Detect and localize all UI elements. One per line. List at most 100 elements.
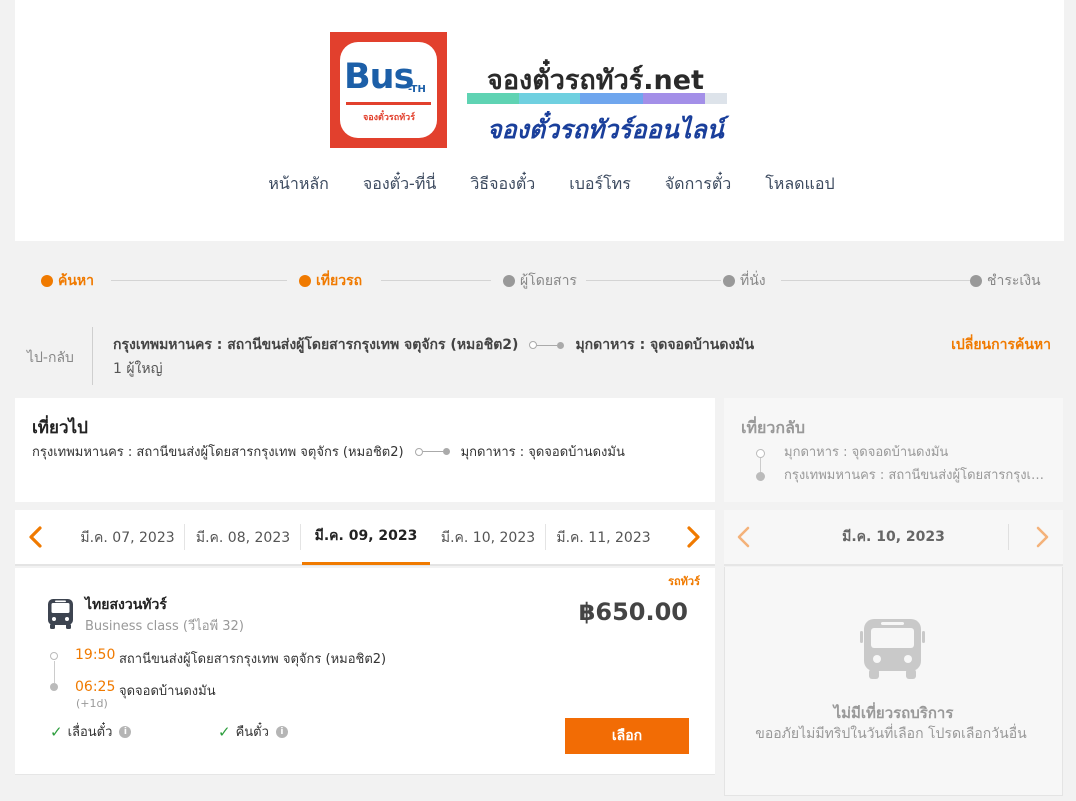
refund-label: คืนตั๋ว: [235, 725, 269, 740]
departure-time: 19:50: [75, 647, 116, 663]
chevron-right-icon: [687, 526, 700, 548]
stripe-segment: [643, 93, 705, 104]
step-seat: ที่นั่ง: [723, 270, 770, 292]
outbound-date-bar: มี.ค. 07, 2023 มี.ค. 08, 2023 มี.ค. 09, …: [15, 510, 715, 566]
no-trips-message: ขออภัยไม่มีทริปในวันที่เลือก โปรดเลือกวั…: [755, 726, 1027, 742]
step-label: ชำระเงิน: [987, 273, 1041, 289]
logo-text: Bus: [344, 57, 414, 97]
step-connector: [586, 280, 721, 281]
date-tab[interactable]: มี.ค. 07, 2023: [70, 510, 185, 566]
info-icon[interactable]: i: [119, 725, 132, 738]
step-label: ผู้โดยสาร: [520, 273, 577, 289]
logo-subtitle: จองตั๋วรถทัวร์: [362, 113, 416, 123]
route-connector-icon: [529, 341, 565, 349]
step-dot: [503, 275, 515, 287]
stripe-segment: [705, 93, 727, 104]
operator-name: ไทยสงวนทัวร์: [85, 597, 167, 613]
outbound-route: กรุงเทพมหานคร : สถานีขนส่งผู้โดยสารกรุงเ…: [32, 441, 625, 462]
step-trip: เที่ยวรถ: [299, 270, 367, 292]
change-search-link[interactable]: เปลี่ยนการค้นหา: [951, 334, 1051, 356]
menu-manage-ticket[interactable]: จัดการตั๋ว: [665, 172, 731, 197]
arrival-dot: [50, 683, 58, 691]
menu-phone[interactable]: เบอร์โทร: [569, 172, 631, 197]
departure-stop: สถานีขนส่งผู้โดยสารกรุงเทพ จตุจักร (หมอช…: [119, 652, 387, 667]
step-payment: ชำระเงิน: [970, 270, 1045, 292]
chevron-left-icon: [29, 526, 42, 548]
divider: [92, 327, 93, 385]
departure-dot: [50, 652, 58, 660]
step-passenger: ผู้โดยสาร: [503, 270, 581, 292]
step-label: ที่นั่ง: [740, 273, 766, 289]
no-trips-title: ไม่มีเที่ยวรถบริการ: [833, 704, 954, 722]
trip-type: ไป-กลับ: [27, 350, 74, 366]
select-trip-button[interactable]: เลือก: [565, 718, 689, 754]
color-stripe: [467, 93, 727, 104]
step-connector: [381, 280, 491, 281]
step-label: เที่ยวรถ: [316, 273, 363, 289]
stripe-segment: [467, 93, 519, 104]
date-tab[interactable]: มี.ค. 11, 2023: [546, 510, 661, 566]
next-day-indicator: (+1d): [76, 697, 108, 710]
logo-underline: [346, 102, 431, 105]
step-label: ค้นหา: [58, 273, 95, 289]
divider: [1008, 524, 1009, 550]
no-return-trips-panel: ไม่มีเที่ยวรถบริการ ขออภัยไม่มีทริปในวัน…: [724, 567, 1063, 796]
return-header[interactable]: เที่ยวกลับ มุกดาหาร : จุดจอดบ้านดงมัน กร…: [724, 398, 1063, 502]
date-tab[interactable]: มี.ค. 08, 2023: [185, 510, 301, 566]
return-destination: กรุงเทพมหานคร : สถานีขนส่งผู้โดยสารกรุงเ…: [756, 464, 1046, 487]
date-tab[interactable]: มี.ค. 10, 2023: [430, 510, 546, 566]
route-connector-icon: [414, 447, 450, 456]
step-dot: [970, 275, 982, 287]
info-icon[interactable]: i: [275, 725, 288, 738]
step-connector: [781, 280, 971, 281]
bus-icon: [860, 619, 925, 679]
return-route: มุกดาหาร : จุดจอดบ้านดงมัน กรุงเทพมหานคร…: [756, 441, 1046, 487]
bus-icon: [48, 599, 73, 629]
booking-progress: ค้นหา เที่ยวรถ ผู้โดยสาร ที่นั่ง ชำระเงิ…: [41, 270, 1045, 292]
site-tagline: จองตั๋วรถทัวร์ออนไลน์: [487, 115, 724, 144]
bus-type-badge: รถทัวร์: [668, 575, 700, 588]
return-origin: มุกดาหาร : จุดจอดบ้านดงมัน: [756, 441, 1046, 464]
return-next-date-button[interactable]: [1032, 524, 1054, 550]
chevron-right-icon: [1036, 526, 1049, 548]
passenger-count: 1 ผู้ใหญ่: [113, 361, 163, 377]
stripe-segment: [519, 93, 580, 104]
menu-how-to-book[interactable]: วิธีจองตั๋ว: [470, 172, 535, 197]
logo-suffix: -TH: [408, 84, 426, 95]
date-tab-selected[interactable]: มี.ค. 09, 2023: [302, 510, 430, 565]
prev-date-button[interactable]: [24, 524, 46, 550]
return-title: เที่ยวกลับ: [741, 418, 806, 437]
next-date-button[interactable]: [683, 524, 705, 550]
arrival-time: 06:25: [75, 679, 116, 695]
refund-policy: ✓ คืนตั๋ว i: [218, 721, 288, 742]
logo-badge: Bus -TH จองตั๋วรถทัวร์: [340, 42, 437, 138]
menu-book-ticket[interactable]: จองตั๋ว-ที่นี่: [363, 172, 436, 197]
route-timeline-line: [54, 661, 55, 683]
menu-home[interactable]: หน้าหลัก: [268, 172, 329, 197]
outbound-title: เที่ยวไป: [32, 418, 88, 438]
summary-destination: มุกดาหาร : จุดจอดบ้านดงมัน: [575, 337, 755, 353]
outbound-header: เที่ยวไป กรุงเทพมหานคร : สถานีขนส่งผู้โด…: [15, 398, 715, 502]
step-dot: [41, 275, 53, 287]
trip-price: ฿650.00: [578, 598, 688, 626]
search-summary: ไป-กลับ กรุงเทพมหานคร : สถานีขนส่งผู้โดย…: [15, 325, 1064, 387]
return-selected-date[interactable]: มี.ค. 10, 2023: [724, 510, 1063, 564]
check-icon: ✓: [218, 722, 231, 741]
main-menu: หน้าหลัก จองตั๋ว-ที่นี่ วิธีจองตั๋ว เบอร…: [15, 172, 1064, 197]
step-dot: [723, 275, 735, 287]
step-search: ค้นหา: [41, 270, 99, 292]
summary-origin: กรุงเทพมหานคร : สถานีขนส่งผู้โดยสารกรุงเ…: [113, 337, 519, 353]
menu-download-app[interactable]: โหลดแอป: [765, 172, 834, 197]
outbound-destination: มุกดาหาร : จุดจอดบ้านดงมัน: [460, 445, 625, 460]
return-date-bar: มี.ค. 10, 2023: [724, 510, 1063, 566]
step-dot: [299, 275, 311, 287]
postpone-policy: ✓ เลื่อนตั๋ว i: [50, 721, 132, 742]
outbound-origin: กรุงเทพมหานคร : สถานีขนส่งผู้โดยสารกรุงเ…: [32, 445, 404, 460]
summary-route: กรุงเทพมหานคร : สถานีขนส่งผู้โดยสารกรุงเ…: [113, 334, 754, 356]
bus-class: Business class (วีไอพี 32): [85, 619, 244, 634]
trip-card: รถทัวร์ ไทยสงวนทัวร์ Business class (วีไ…: [15, 568, 715, 775]
arrival-stop: จุดจอดบ้านดงมัน: [119, 684, 216, 699]
check-icon: ✓: [50, 722, 63, 741]
site-header: Bus -TH จองตั๋วรถทัวร์ จองตั๋วรถทัวร์.ne…: [15, 0, 1064, 241]
bus-th-logo[interactable]: Bus -TH จองตั๋วรถทัวร์: [330, 32, 447, 148]
